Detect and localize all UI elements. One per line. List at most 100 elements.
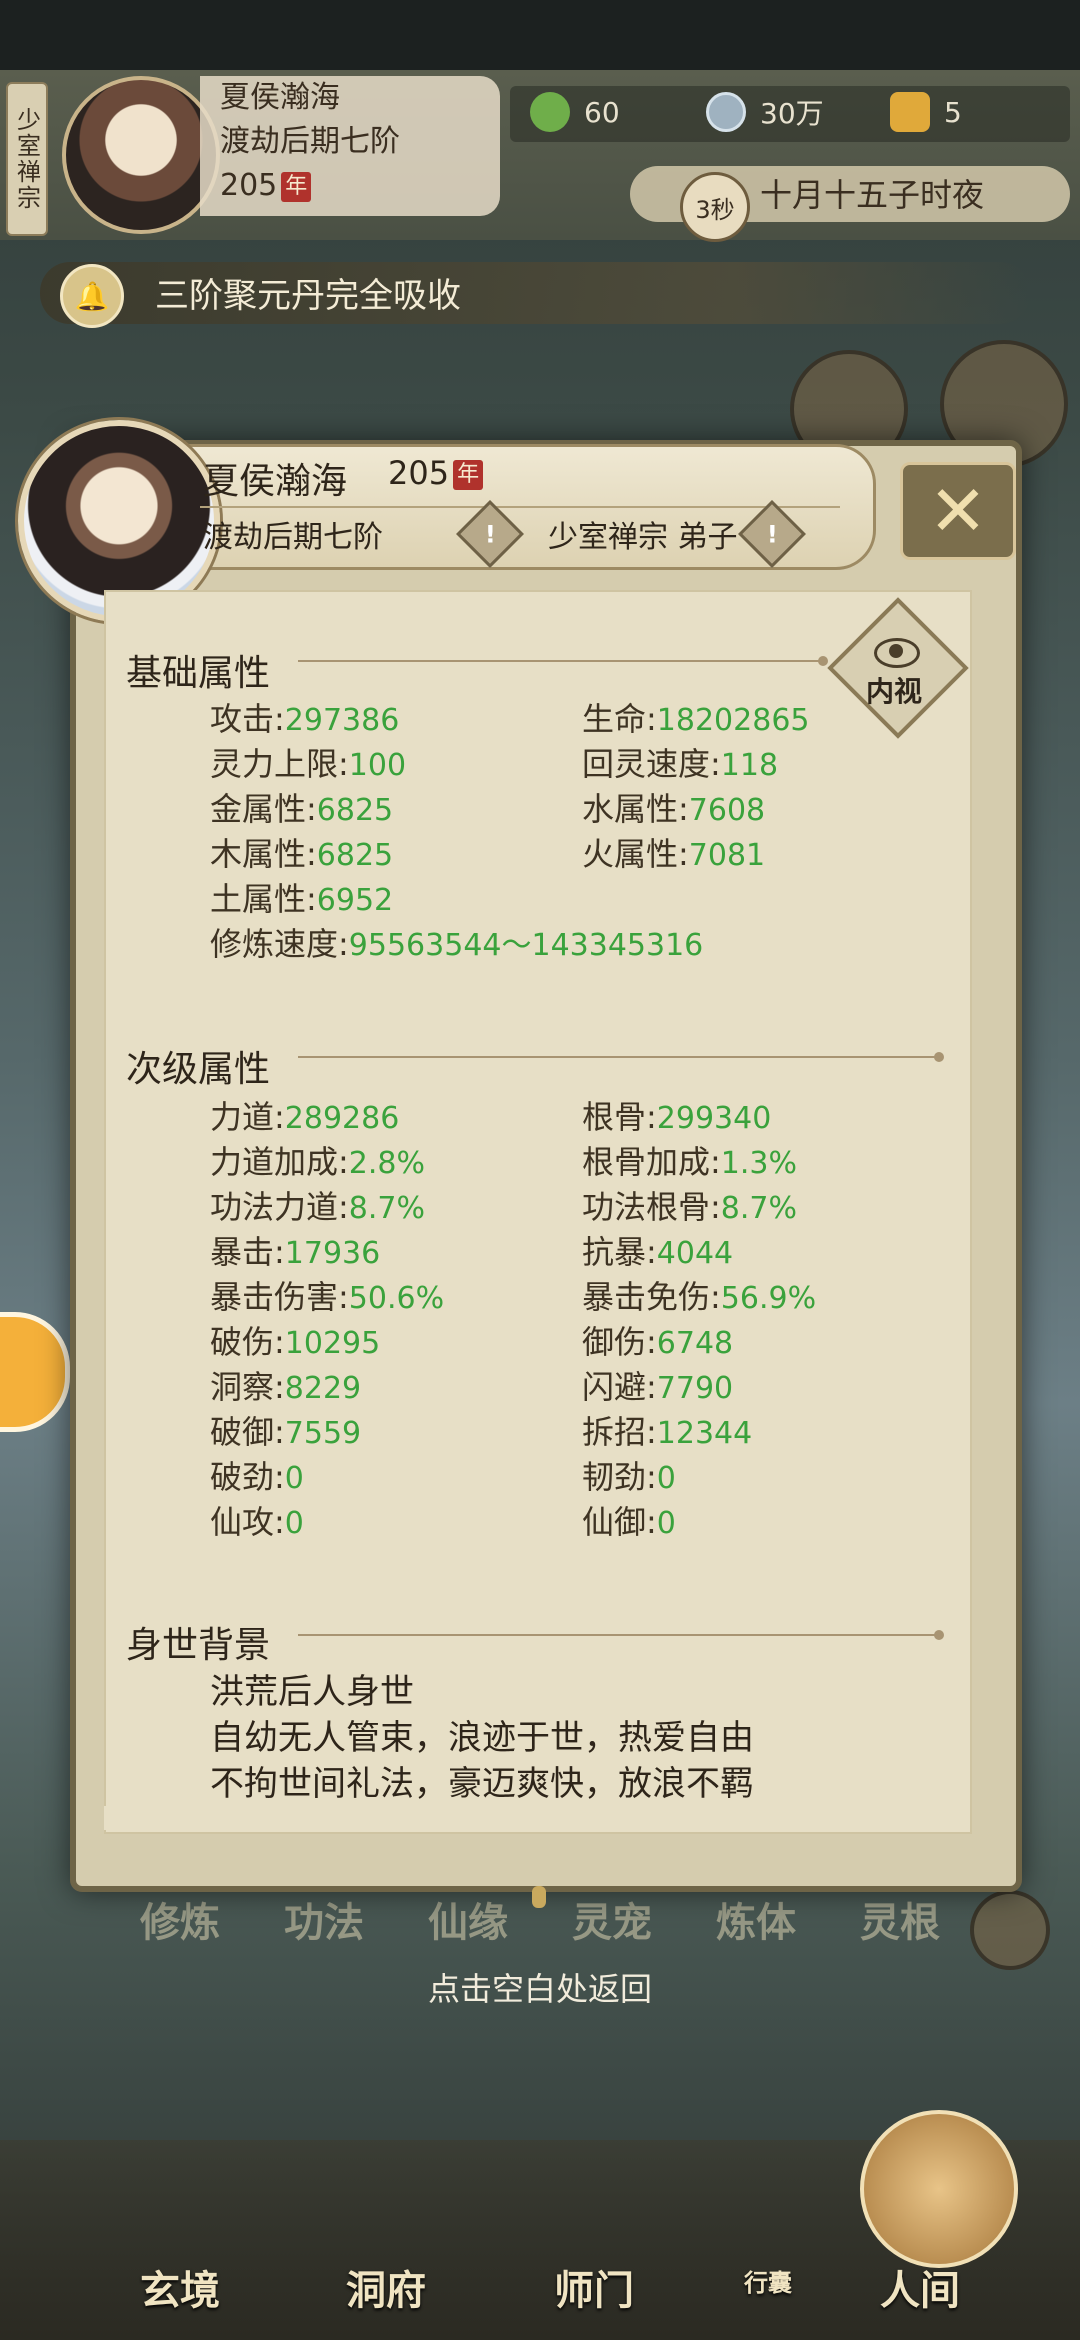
resource-leaf[interactable]: 60 <box>530 92 620 132</box>
stat-value: 56.9% <box>720 1281 817 1316</box>
eye-icon <box>874 638 920 668</box>
resource-trophy-value: 5 <box>944 95 962 129</box>
basic-stat-spirit-cap: 灵力上限:100 <box>210 745 407 783</box>
stat-label: 土属性 <box>210 880 307 918</box>
bg-star-icon[interactable] <box>970 1890 1050 1970</box>
sect-tag: 少室禅宗 <box>6 82 48 236</box>
character-name: 夏侯瀚海 <box>203 461 348 502</box>
basic-stat-water: 水属性:7608 <box>582 790 766 828</box>
character-age: 205 年 <box>388 454 484 492</box>
sec-stat-constitution: 根骨:299340 <box>582 1098 772 1136</box>
stat-value: 10295 <box>284 1326 381 1361</box>
stat-label: 木属性 <box>210 835 307 873</box>
stat-value: 0 <box>284 1461 304 1496</box>
stat-label: 火属性 <box>582 835 679 873</box>
age-unit-badge: 年 <box>453 460 484 490</box>
coin-icon <box>706 92 746 132</box>
nav-renjian-icon[interactable] <box>860 2110 1018 2268</box>
basic-stat-earth: 土属性:6952 <box>210 880 394 918</box>
section-divider <box>298 656 828 666</box>
nav-shimen[interactable]: 师门 <box>554 2258 634 2316</box>
game-time: 十月十五子时夜 <box>760 176 985 214</box>
stat-label: 修炼速度 <box>210 925 339 963</box>
sec-stat-toughness: 韧劲:0 <box>582 1458 676 1496</box>
section-divider <box>298 1052 944 1062</box>
sec-stat-skill-constitution: 功法根骨:8.7% <box>582 1188 798 1226</box>
background-line: 洪荒后人身世 <box>210 1672 414 1712</box>
background-title: 身世背景 <box>126 1625 271 1666</box>
trophy-icon <box>890 92 930 132</box>
sec-stat-parry: 拆招:12344 <box>582 1413 753 1451</box>
stat-label: 金属性 <box>210 790 307 828</box>
basic-stat-hp: 生命:18202865 <box>582 700 810 738</box>
age-unit-badge: 年 <box>281 171 312 202</box>
stat-label: 回灵速度 <box>582 745 711 783</box>
stat-label: 破劲 <box>210 1458 275 1496</box>
hud-avatar[interactable] <box>62 76 220 234</box>
character-age-value: 205 <box>388 454 450 492</box>
basic-attributes-title: 基础属性 <box>126 653 271 694</box>
basic-stat-spirit-regen: 回灵速度:118 <box>582 745 779 783</box>
sec-stat-break-toughness: 破劲:0 <box>210 1458 304 1496</box>
secondary-attributes-title: 次级属性 <box>126 1049 271 1090</box>
sec-stat-crit-damage-reduction: 暴击免伤:56.9% <box>582 1278 817 1316</box>
notice-text: 三阶聚元丹完全吸收 <box>155 276 461 316</box>
stat-label: 功法根骨 <box>582 1188 711 1226</box>
stat-label: 洞察 <box>210 1368 275 1406</box>
basic-stat-wood: 木属性:6825 <box>210 835 394 873</box>
sec-stat-immortal-defense: 仙御:0 <box>582 1503 676 1541</box>
stat-label: 拆招 <box>582 1413 647 1451</box>
sec-stat-break-defense: 破御:7559 <box>210 1413 362 1451</box>
background-line: 自幼无人管束，浪迹于世，热爱自由 <box>210 1718 754 1758</box>
stat-label: 暴击免伤 <box>582 1278 711 1316</box>
stat-value: 0 <box>656 1506 676 1541</box>
stat-value: 7559 <box>284 1416 362 1451</box>
stat-value: 100 <box>348 748 407 783</box>
sec-stat-insight: 洞察:8229 <box>210 1368 362 1406</box>
stat-label: 仙攻 <box>210 1503 275 1541</box>
sec-stat-constitution-bonus: 根骨加成:1.3% <box>582 1143 798 1181</box>
character-realm: 渡劫后期七阶 <box>203 520 383 555</box>
stat-value: 12344 <box>656 1416 753 1451</box>
panel-ornament <box>532 1886 546 1908</box>
sec-stat-strength-bonus: 力道加成:2.8% <box>210 1143 426 1181</box>
stat-label: 生命 <box>582 700 647 738</box>
close-button[interactable]: ✕ <box>900 462 1016 560</box>
basic-stat-fire: 火属性:7081 <box>582 835 766 873</box>
nav-xingnang[interactable]: 行囊 <box>744 2263 792 2298</box>
hud-player-info[interactable]: 夏侯瀚海 渡劫后期七阶 205 年 <box>200 76 500 216</box>
character-sect: 少室禅宗 弟子 <box>548 520 738 555</box>
bell-icon: 🔔 <box>60 264 124 328</box>
stat-value: 6952 <box>316 883 394 918</box>
side-float-button[interactable] <box>0 1312 70 1432</box>
stat-value: 2.8% <box>348 1146 426 1181</box>
stat-value: 297386 <box>284 703 400 738</box>
background-line: 不拘世间礼法，豪迈爽快，放浪不羁 <box>210 1764 754 1804</box>
stat-value: 18202865 <box>656 703 810 738</box>
stat-value: 118 <box>720 748 779 783</box>
scroll-fade <box>104 1806 968 1830</box>
resource-coin[interactable]: 30万 <box>706 92 824 132</box>
hud-player-realm: 渡劫后期七阶 <box>220 124 400 159</box>
nav-dongfu[interactable]: 洞府 <box>346 2258 426 2316</box>
stat-value: 7608 <box>688 793 766 828</box>
stat-value: 6825 <box>316 793 394 828</box>
sec-stat-dodge: 闪避:7790 <box>582 1368 734 1406</box>
nav-renjian[interactable]: 人间 <box>880 2258 960 2316</box>
tap-to-return-hint[interactable]: 点击空白处返回 <box>0 1964 1080 2010</box>
basic-stat-attack: 攻击:297386 <box>210 700 400 738</box>
stat-value: 299340 <box>656 1101 772 1136</box>
sec-stat-break-wound: 破伤:10295 <box>210 1323 381 1361</box>
stat-value: 4044 <box>656 1236 734 1271</box>
nav-xuanjing[interactable]: 玄境 <box>140 2258 220 2316</box>
stat-label: 力道加成 <box>210 1143 339 1181</box>
resource-trophy[interactable]: 5 <box>890 92 962 132</box>
stat-value: 0 <box>656 1461 676 1496</box>
hud-player-name: 夏侯瀚海 <box>220 80 340 115</box>
stat-value: 50.6% <box>348 1281 445 1316</box>
sec-stat-crit-damage: 暴击伤害:50.6% <box>210 1278 445 1316</box>
sec-stat-immortal-attack: 仙攻:0 <box>210 1503 304 1541</box>
stat-value: 17936 <box>284 1236 381 1271</box>
stat-label: 闪避 <box>582 1368 647 1406</box>
stat-label: 灵力上限 <box>210 745 339 783</box>
